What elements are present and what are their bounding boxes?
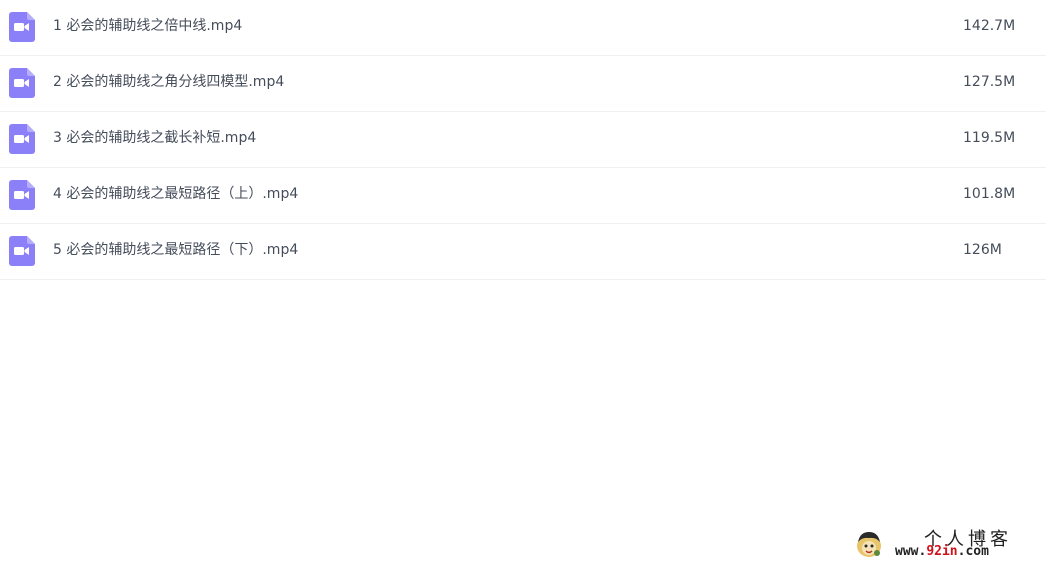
- watermark-url-prefix: www.: [895, 544, 927, 559]
- watermark-url-highlight: 92in: [926, 544, 958, 559]
- file-size: 127.5M: [963, 74, 1016, 90]
- watermark: 个人博客 www.92in.com: [850, 525, 1040, 563]
- mascot-logo-icon: [857, 532, 881, 557]
- file-row[interactable]: 4 必会的辅助线之最短路径（上）.mp4 101.8M: [0, 168, 1046, 224]
- file-name[interactable]: 1 必会的辅助线之倍中线.mp4: [53, 0, 242, 52]
- file-name[interactable]: 5 必会的辅助线之最短路径（下）.mp4: [53, 224, 298, 276]
- video-file-icon: [9, 12, 35, 42]
- file-size: 142.7M: [963, 18, 1016, 34]
- file-row[interactable]: 1 必会的辅助线之倍中线.mp4 142.7M: [0, 0, 1046, 56]
- video-file-icon: [9, 68, 35, 98]
- file-row[interactable]: 5 必会的辅助线之最短路径（下）.mp4 126M: [0, 224, 1046, 280]
- watermark-url-suffix: .com: [957, 544, 989, 559]
- file-size: 101.8M: [963, 186, 1016, 202]
- file-size: 119.5M: [963, 130, 1016, 146]
- video-file-icon: [9, 236, 35, 266]
- file-name[interactable]: 3 必会的辅助线之截长补短.mp4: [53, 112, 256, 164]
- file-list: 1 必会的辅助线之倍中线.mp4 142.7M 2 必会的辅助线之角分线四模型.…: [0, 0, 1046, 280]
- file-name[interactable]: 2 必会的辅助线之角分线四模型.mp4: [53, 56, 284, 108]
- file-size: 126M: [963, 242, 1002, 258]
- video-file-icon: [9, 180, 35, 210]
- video-file-icon: [9, 124, 35, 154]
- file-row[interactable]: 2 必会的辅助线之角分线四模型.mp4 127.5M: [0, 56, 1046, 112]
- file-name[interactable]: 4 必会的辅助线之最短路径（上）.mp4: [53, 168, 298, 220]
- file-row[interactable]: 3 必会的辅助线之截长补短.mp4 119.5M: [0, 112, 1046, 168]
- watermark-url: www.92in.com: [895, 544, 989, 559]
